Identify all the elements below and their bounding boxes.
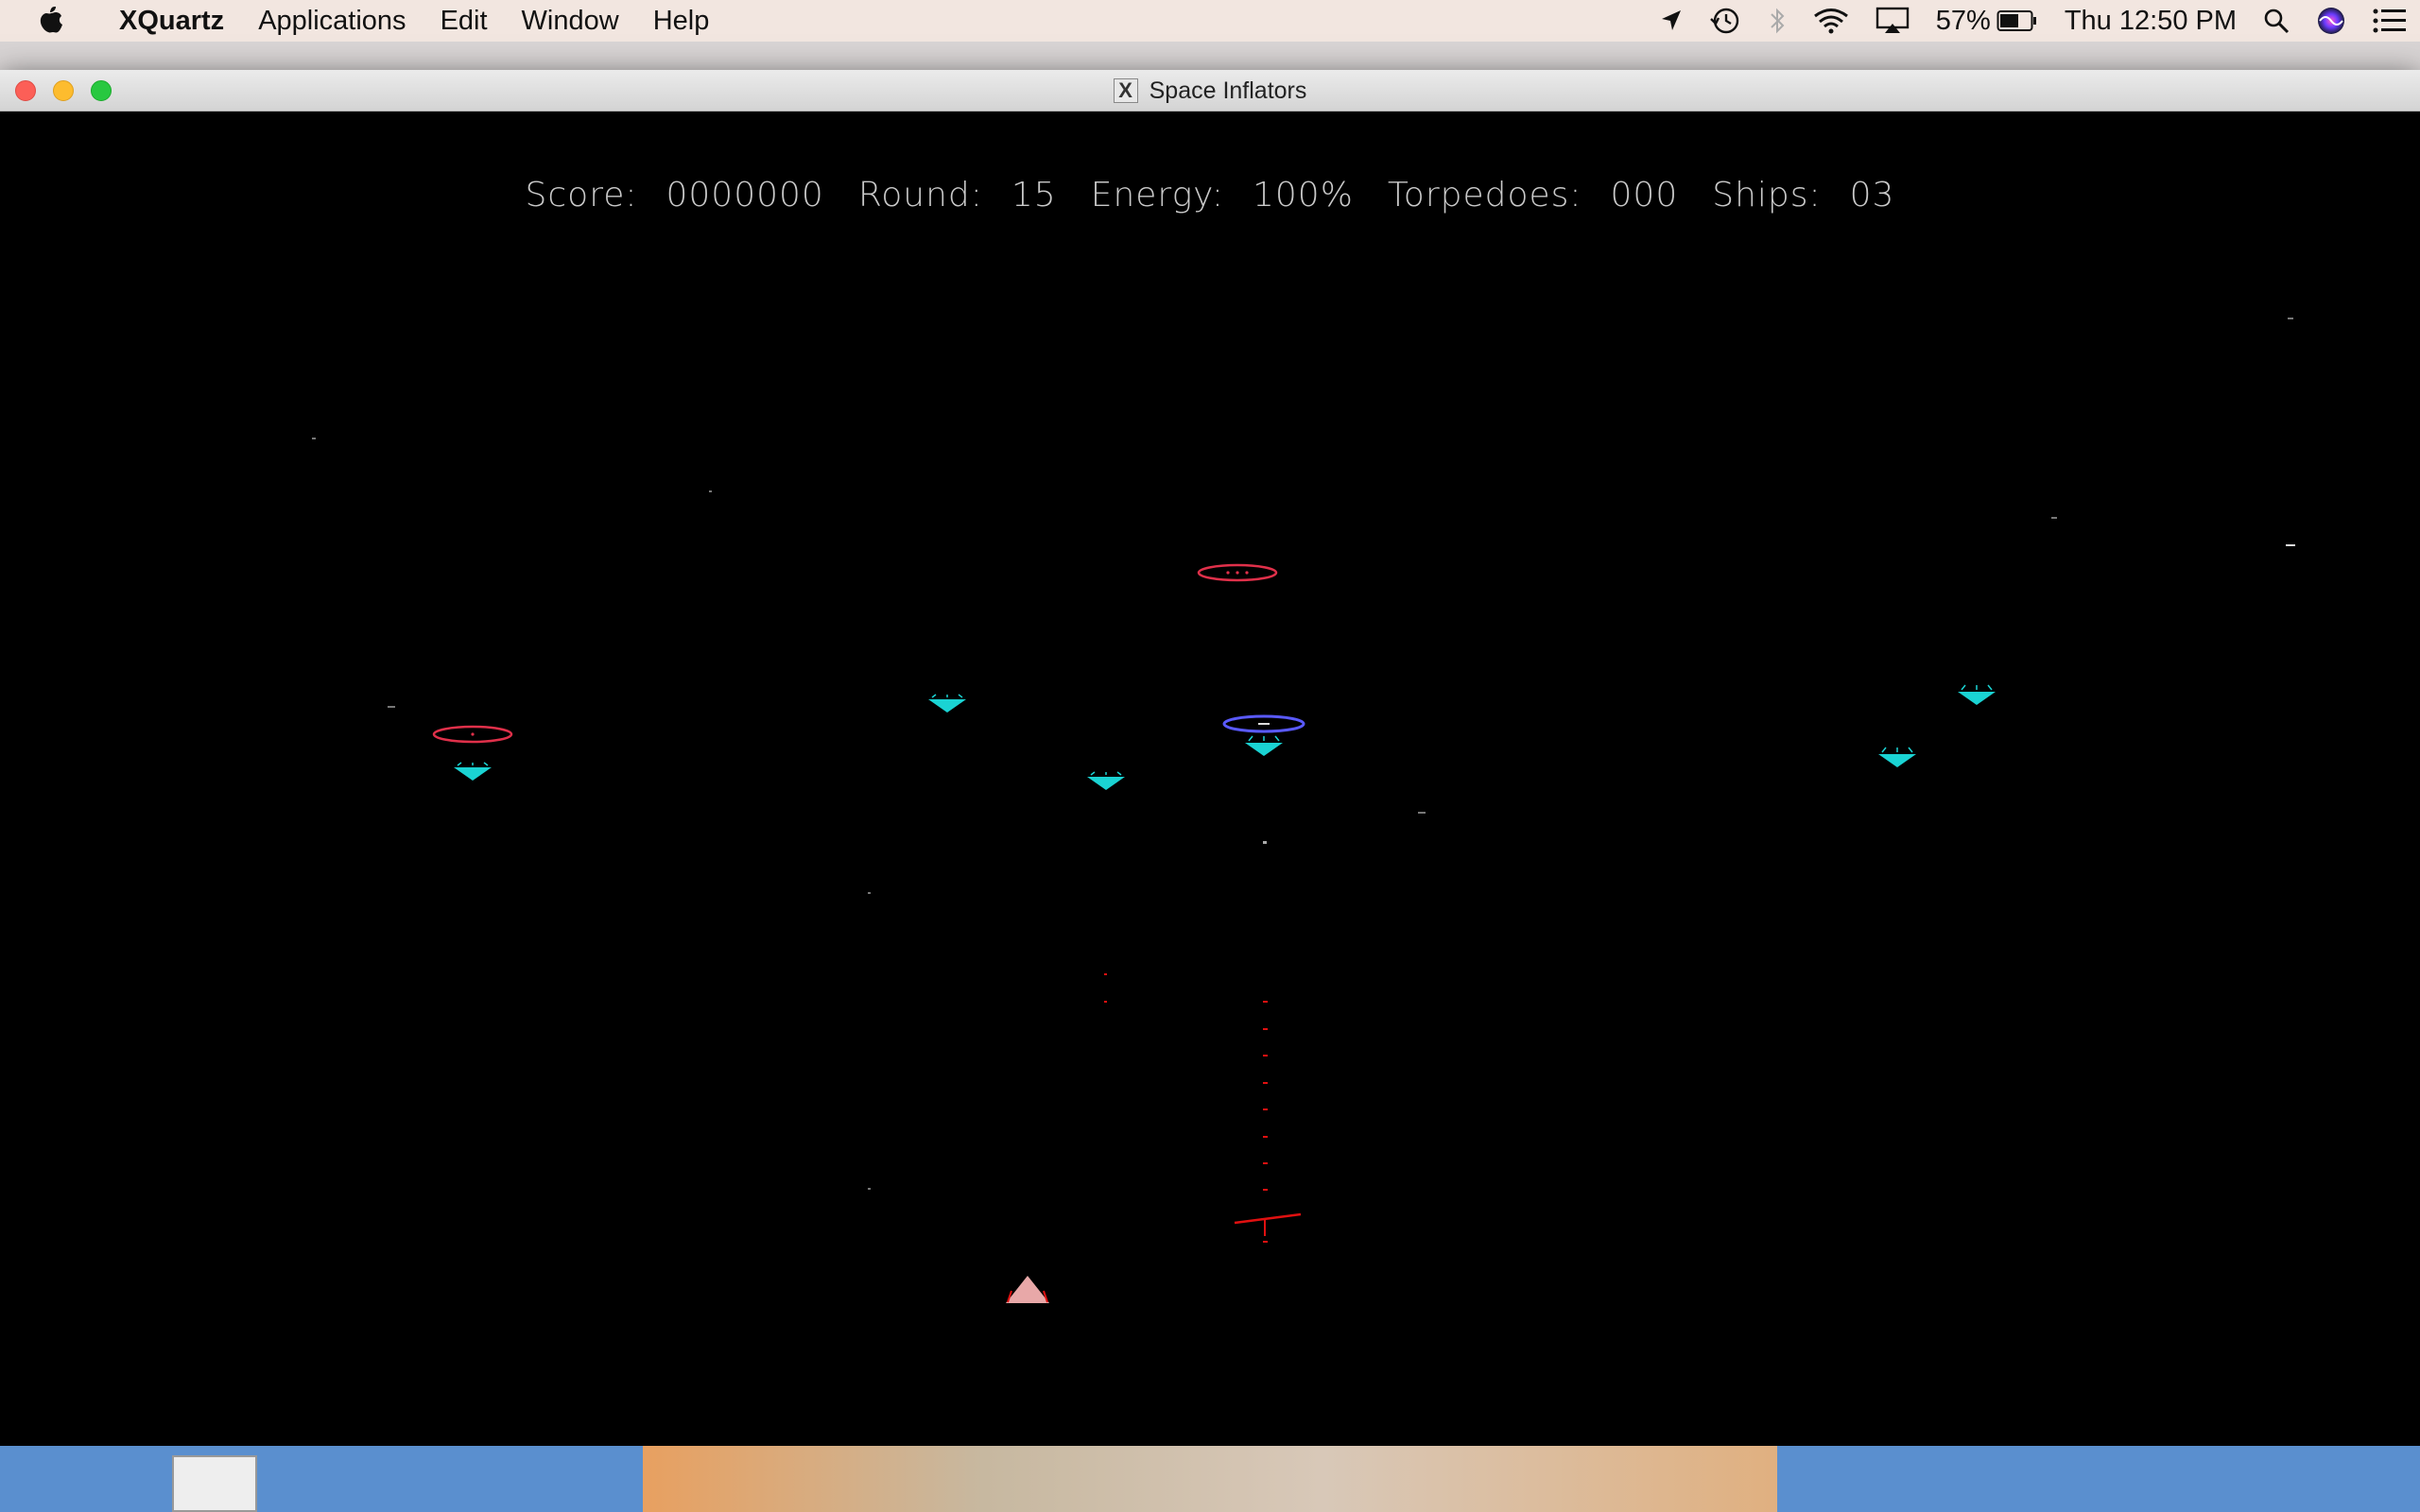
game-canvas[interactable]: Score: 0000000 Round: 15 Energy: 100% To…	[0, 112, 2420, 1446]
red-saucer	[432, 725, 513, 744]
siri-icon[interactable]	[2303, 0, 2360, 42]
star	[312, 438, 316, 439]
star-field	[312, 318, 2295, 1190]
desktop-wallpaper-image	[643, 1446, 1777, 1512]
alien-ship	[1087, 771, 1125, 790]
battery-icon	[1996, 10, 2036, 31]
player-ship	[1006, 1276, 1049, 1303]
alien-ship	[1958, 684, 1996, 705]
red-saucer	[1197, 563, 1278, 582]
star	[2288, 318, 2293, 319]
menu-bar: XQuartz Applications Edit Window Help 57…	[0, 0, 2420, 42]
spotlight-search-icon[interactable]	[2250, 0, 2303, 42]
star	[868, 1188, 871, 1190]
star	[709, 490, 712, 492]
alien-ship	[454, 762, 492, 781]
alien-ship	[928, 694, 966, 713]
enemy-bomb	[1104, 973, 1107, 1003]
star	[868, 892, 871, 894]
menu-help[interactable]: Help	[636, 0, 727, 42]
document-thumbnail[interactable]	[172, 1455, 257, 1512]
window-titlebar[interactable]: X Space Inflators	[0, 70, 2420, 112]
menubar-clock[interactable]: Thu 12:50 PM	[2051, 0, 2250, 42]
torpedo-launcher	[1234, 1212, 1302, 1236]
location-arrow-icon[interactable]	[1647, 0, 1696, 42]
blue-saucer	[1222, 714, 1305, 733]
alien-ship	[1245, 735, 1283, 756]
apple-icon[interactable]	[0, 0, 102, 42]
star	[2286, 544, 2295, 546]
x11-icon: X	[1113, 78, 1138, 103]
window-title: Space Inflators	[1149, 77, 1307, 104]
star	[388, 706, 395, 708]
star	[1263, 841, 1267, 844]
game-scene	[312, 318, 2295, 1303]
laser-beam	[1263, 1001, 1268, 1243]
time-machine-icon[interactable]	[1696, 0, 1754, 42]
menu-app-xquartz[interactable]: XQuartz	[102, 0, 241, 42]
menu-edit[interactable]: Edit	[424, 0, 505, 42]
wifi-icon[interactable]	[1800, 0, 1862, 42]
menu-window[interactable]: Window	[505, 0, 636, 42]
battery-status[interactable]: 57%	[1923, 0, 2051, 42]
battery-percent: 57%	[1935, 5, 1991, 36]
xquartz-window: X Space Inflators Score: 0000000 Round: …	[0, 70, 2420, 1446]
star	[2051, 517, 2057, 519]
notification-center-icon[interactable]	[2360, 0, 2420, 42]
alien-ship	[1878, 747, 1916, 767]
airplay-icon[interactable]	[1862, 0, 1923, 42]
star	[1418, 812, 1426, 814]
bluetooth-icon[interactable]	[1754, 0, 1800, 42]
menu-applications[interactable]: Applications	[241, 0, 423, 42]
